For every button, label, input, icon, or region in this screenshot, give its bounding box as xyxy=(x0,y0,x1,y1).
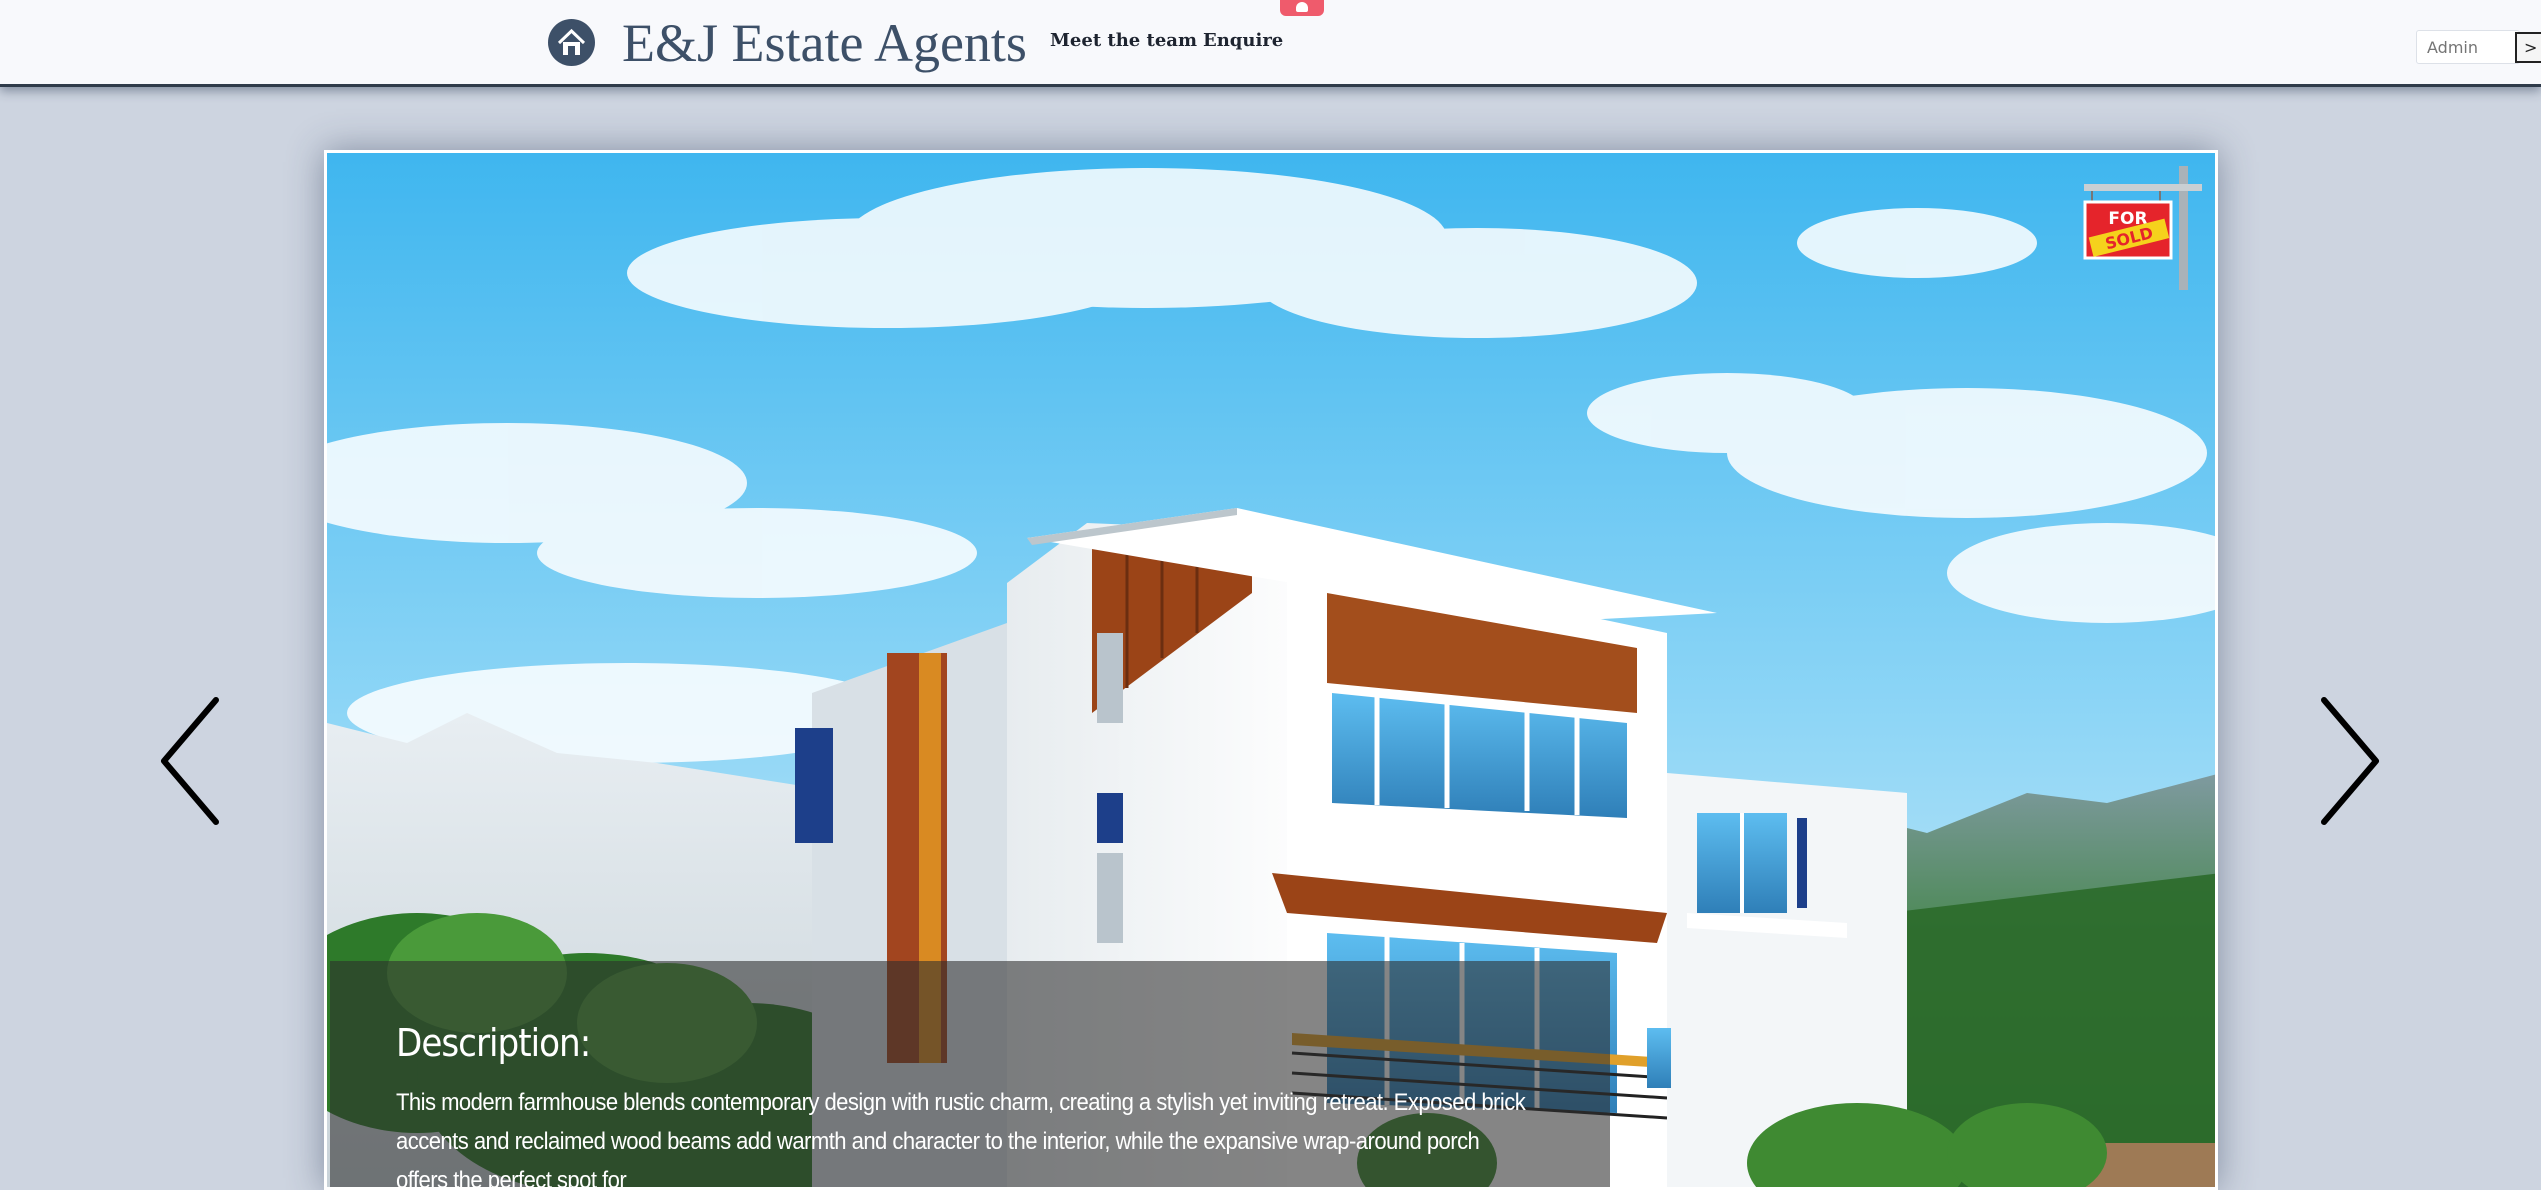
chevron-right-icon[interactable] xyxy=(2316,696,2382,826)
nav-enquire[interactable]: Enquire xyxy=(1203,30,1283,51)
scroll-top-tab[interactable] xyxy=(1280,0,1324,16)
site-header: E&J Estate Agents Meet the team Enquire … xyxy=(0,0,2541,87)
house-icon[interactable] xyxy=(548,19,595,66)
description-title: Description: xyxy=(396,1021,591,1065)
site-brand[interactable]: E&J Estate Agents xyxy=(622,8,1027,78)
for-sale-sold-sign-icon: FOR SOLD xyxy=(2080,164,2210,290)
property-slide: Description: This modern farmhouse blend… xyxy=(324,150,2218,1190)
admin-login-input[interactable] xyxy=(2416,30,2520,64)
description-panel: Description: This modern farmhouse blend… xyxy=(330,961,1610,1190)
tab-indicator-icon xyxy=(1296,2,1308,12)
admin-submit-button[interactable]: > xyxy=(2515,32,2541,63)
description-text: This modern farmhouse blends contemporar… xyxy=(396,1089,1526,1190)
chevron-left-icon[interactable] xyxy=(158,696,224,826)
nav-meet-the-team[interactable]: Meet the team xyxy=(1050,30,1197,51)
